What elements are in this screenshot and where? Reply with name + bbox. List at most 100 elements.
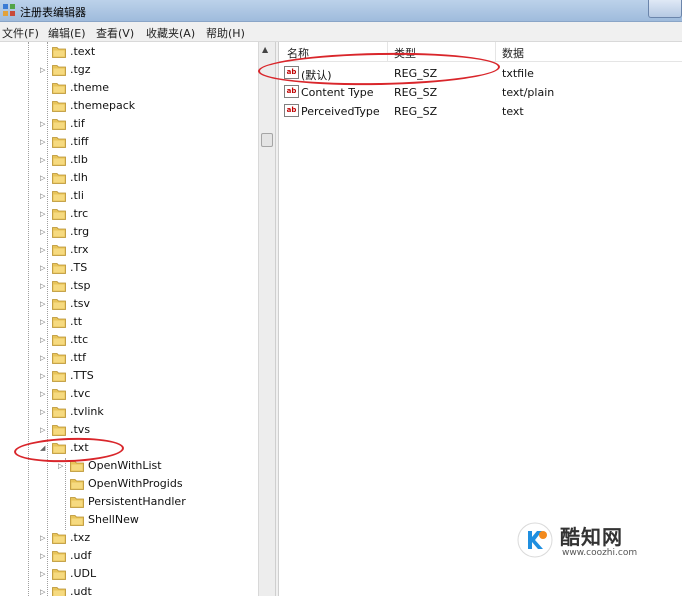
folder-icon — [52, 227, 66, 238]
window-title: 注册表编辑器 — [20, 6, 86, 19]
expander-icon[interactable]: ▷ — [40, 282, 48, 290]
tree-item-label: .udt — [70, 585, 92, 596]
expander-icon[interactable]: ▷ — [40, 390, 48, 398]
expander-icon[interactable]: ▷ — [40, 156, 48, 164]
folder-icon — [52, 101, 66, 112]
tree-item-label: .ttf — [70, 351, 86, 364]
registry-tree[interactable]: .text ▷ .tgz .theme .themepack ▷ .tif ▷ .tiff ▷ .t… — [0, 42, 258, 596]
folder-icon — [52, 551, 66, 562]
folder-icon — [52, 371, 66, 382]
expander-icon[interactable]: ▷ — [40, 174, 48, 182]
expander-icon[interactable] — [58, 498, 66, 506]
expander-icon[interactable] — [58, 480, 66, 488]
column-separator[interactable] — [387, 42, 388, 62]
folder-icon — [70, 461, 84, 472]
folder-icon — [70, 497, 84, 508]
tree-item-label: .tsv — [70, 297, 91, 310]
value-data: text — [502, 105, 524, 118]
expander-icon[interactable]: ▷ — [40, 570, 48, 578]
expander-icon[interactable]: ▷ — [40, 228, 48, 236]
expander-icon[interactable]: ▷ — [40, 192, 48, 200]
tree-item-label: .txt — [70, 441, 89, 454]
expander-icon[interactable]: ▷ — [40, 354, 48, 362]
expander-icon[interactable] — [58, 516, 66, 524]
expander-icon[interactable]: ▷ — [40, 246, 48, 254]
folder-icon — [52, 587, 66, 596]
folder-icon — [70, 479, 84, 490]
expander-icon[interactable]: ▷ — [40, 120, 48, 128]
expander-icon[interactable]: ▷ — [40, 264, 48, 272]
expander-icon[interactable]: ▷ — [40, 318, 48, 326]
value-list[interactable]: 名称 类型 数据 ab (默认) REG_SZ txtfile ab Conte… — [279, 42, 682, 596]
column-name-header[interactable]: 名称 — [287, 45, 309, 61]
expander-icon[interactable] — [40, 84, 48, 92]
expander-icon[interactable]: ▷ — [40, 408, 48, 416]
scrollbar-thumb[interactable] — [261, 133, 273, 147]
tree-item-label: .theme — [70, 81, 110, 94]
tree-item-label: .tlb — [70, 153, 88, 166]
folder-icon — [52, 155, 66, 166]
expander-icon[interactable] — [40, 48, 48, 56]
tree-item-label: .tif — [70, 117, 85, 130]
folder-icon — [52, 47, 66, 58]
expander-icon[interactable]: ▷ — [40, 300, 48, 308]
tree-item-label: .txz — [70, 531, 91, 544]
tree-item-label: .tvs — [70, 423, 91, 436]
string-value-icon: ab — [284, 104, 299, 117]
tree-scrollbar[interactable]: ▲ — [258, 42, 275, 596]
folder-icon — [52, 299, 66, 310]
tree-item-label: .tgz — [70, 63, 91, 76]
tree-item-label: .themepack — [70, 99, 136, 112]
column-separator[interactable] — [495, 42, 496, 62]
menu-bar: 文件(F) 编辑(E) 查看(V) 收藏夹(A) 帮助(H) — [0, 22, 682, 42]
folder-icon — [52, 335, 66, 346]
folder-icon — [52, 317, 66, 328]
menu-edit[interactable]: 编辑(E) — [48, 25, 86, 41]
tree-item-label: .trg — [70, 225, 90, 238]
minimize-button[interactable] — [648, 0, 682, 18]
expander-icon[interactable]: ▷ — [40, 534, 48, 542]
value-data: text/plain — [502, 86, 555, 99]
menu-favorites[interactable]: 收藏夹(A) — [146, 25, 195, 41]
list-row[interactable]: ab PerceivedType REG_SZ text — [279, 102, 682, 121]
menu-help[interactable]: 帮助(H) — [206, 25, 245, 41]
expander-icon[interactable]: ▷ — [40, 210, 48, 218]
expander-icon[interactable]: ▷ — [40, 138, 48, 146]
expander-icon[interactable]: ▷ — [40, 336, 48, 344]
tree-item-label: .tlh — [70, 171, 88, 184]
tree-item-label: .tli — [70, 189, 84, 202]
value-name: Content Type — [301, 86, 374, 99]
expander-icon[interactable]: ▷ — [40, 66, 48, 74]
tree-item-label: .tsp — [70, 279, 91, 292]
folder-icon — [52, 245, 66, 256]
menu-view[interactable]: 查看(V) — [96, 25, 134, 41]
value-data: txtfile — [502, 67, 534, 80]
scroll-up-arrow-icon[interactable]: ▲ — [262, 45, 268, 54]
tree-item-label: .tvlink — [70, 405, 104, 418]
menu-file[interactable]: 文件(F) — [2, 25, 39, 41]
watermark-name: 酷知网 — [560, 525, 623, 549]
folder-icon — [52, 209, 66, 220]
expander-icon[interactable]: ▷ — [58, 462, 66, 470]
column-data-header[interactable]: 数据 — [502, 45, 524, 61]
list-row[interactable]: ab Content Type REG_SZ text/plain — [279, 83, 682, 102]
tree-item-label: .tvc — [70, 387, 91, 400]
expander-icon[interactable]: ◢ — [40, 444, 48, 452]
list-row[interactable]: ab (默认) REG_SZ txtfile — [279, 64, 682, 83]
folder-icon — [52, 353, 66, 364]
tree-item-label: .TTS — [70, 369, 94, 382]
expander-icon[interactable]: ▷ — [40, 552, 48, 560]
folder-icon — [52, 443, 66, 454]
expander-icon[interactable] — [40, 102, 48, 110]
title-bar: 注册表编辑器 — [0, 0, 682, 22]
value-type: REG_SZ — [394, 105, 438, 118]
expander-icon[interactable]: ▷ — [40, 588, 48, 596]
tree-item-label: .TS — [70, 261, 88, 274]
column-type-header[interactable]: 类型 — [394, 45, 416, 61]
tree-item-label: .tiff — [70, 135, 89, 148]
folder-icon — [52, 281, 66, 292]
expander-icon[interactable]: ▷ — [40, 372, 48, 380]
tree-item-label: .udf — [70, 549, 92, 562]
folder-icon — [52, 83, 66, 94]
expander-icon[interactable]: ▷ — [40, 426, 48, 434]
